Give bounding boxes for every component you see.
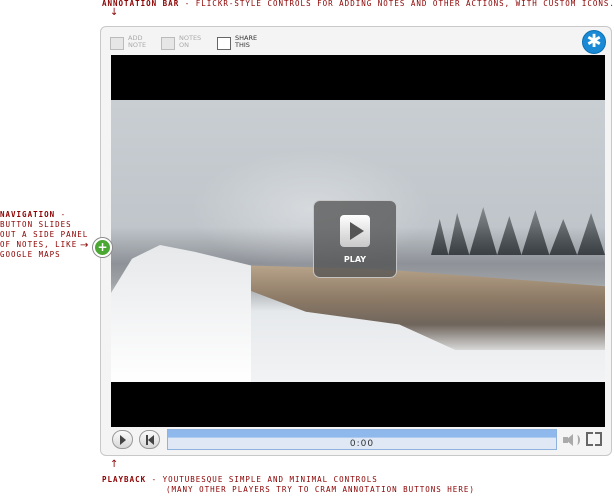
right-arrow-icon: → — [80, 240, 89, 251]
up-arrow-icon: ↑ — [110, 459, 119, 470]
play-label: PLAY — [343, 255, 367, 264]
annotation-bar-text: - flickr-style controls for adding notes… — [184, 0, 614, 8]
annotation-bar-callout: Annotation bar - flickr-style controls f… — [102, 0, 614, 8]
playback-callout: Playback - YouTubesque simple and minima… — [102, 475, 475, 495]
annotation-toolbar: Add Note Notes On Share This ✱ — [101, 27, 611, 55]
down-arrow-icon: ↓ — [110, 7, 119, 18]
time-display: 0:00 — [349, 439, 375, 449]
play-icon — [120, 435, 126, 445]
notes-on-label-line2: On — [179, 41, 189, 49]
ledge — [231, 265, 605, 350]
video-player: Add Note Notes On Share This ✱ — [93, 26, 612, 457]
play-tri — [350, 222, 364, 240]
asterisk-logo-icon[interactable]: ✱ — [582, 30, 606, 54]
add-note-label: Add Note — [128, 35, 146, 49]
notes-on-button[interactable]: Notes On — [161, 35, 201, 50]
play-icon — [340, 215, 370, 247]
notes-icon — [161, 37, 175, 50]
play-overlay-button[interactable]: PLAY — [313, 200, 397, 278]
snow-left — [111, 245, 251, 382]
rewind-button[interactable] — [139, 430, 160, 449]
fullscreen-icon[interactable] — [586, 432, 602, 446]
progress-bar[interactable]: 0:00 — [167, 429, 557, 450]
trees — [431, 207, 605, 255]
rewind-icon — [148, 435, 154, 445]
play-button[interactable] — [112, 430, 133, 449]
notes-on-label: Notes On — [179, 35, 201, 49]
add-note-button[interactable]: Add Note — [110, 35, 146, 50]
add-note-icon — [110, 37, 124, 50]
navigation-title: Navigation — [0, 210, 56, 219]
c2 — [595, 432, 602, 439]
wave — [574, 435, 580, 445]
share-label-line2: This — [235, 41, 250, 49]
c4 — [595, 439, 602, 446]
c3 — [586, 439, 593, 446]
playback-text-2: (many other players try to cram annotati… — [166, 485, 475, 494]
playback-title: Playback — [102, 475, 147, 484]
playback-text: - YouTubesque simple and minimal control… — [151, 475, 378, 484]
c1 — [586, 432, 593, 439]
share-label: Share This — [235, 35, 257, 49]
playback-controls: 0:00 — [101, 427, 611, 457]
volume-icon[interactable] — [563, 433, 581, 447]
cone — [566, 434, 573, 446]
video-area[interactable]: PLAY — [111, 55, 605, 427]
add-note-label-line2: Note — [128, 41, 147, 49]
share-button[interactable]: Share This — [217, 35, 257, 50]
envelope-icon — [217, 37, 231, 50]
navigation-callout: Navigation - button slides out a side pa… — [0, 210, 92, 260]
expand-notes-panel-button[interactable]: + — [93, 238, 112, 257]
